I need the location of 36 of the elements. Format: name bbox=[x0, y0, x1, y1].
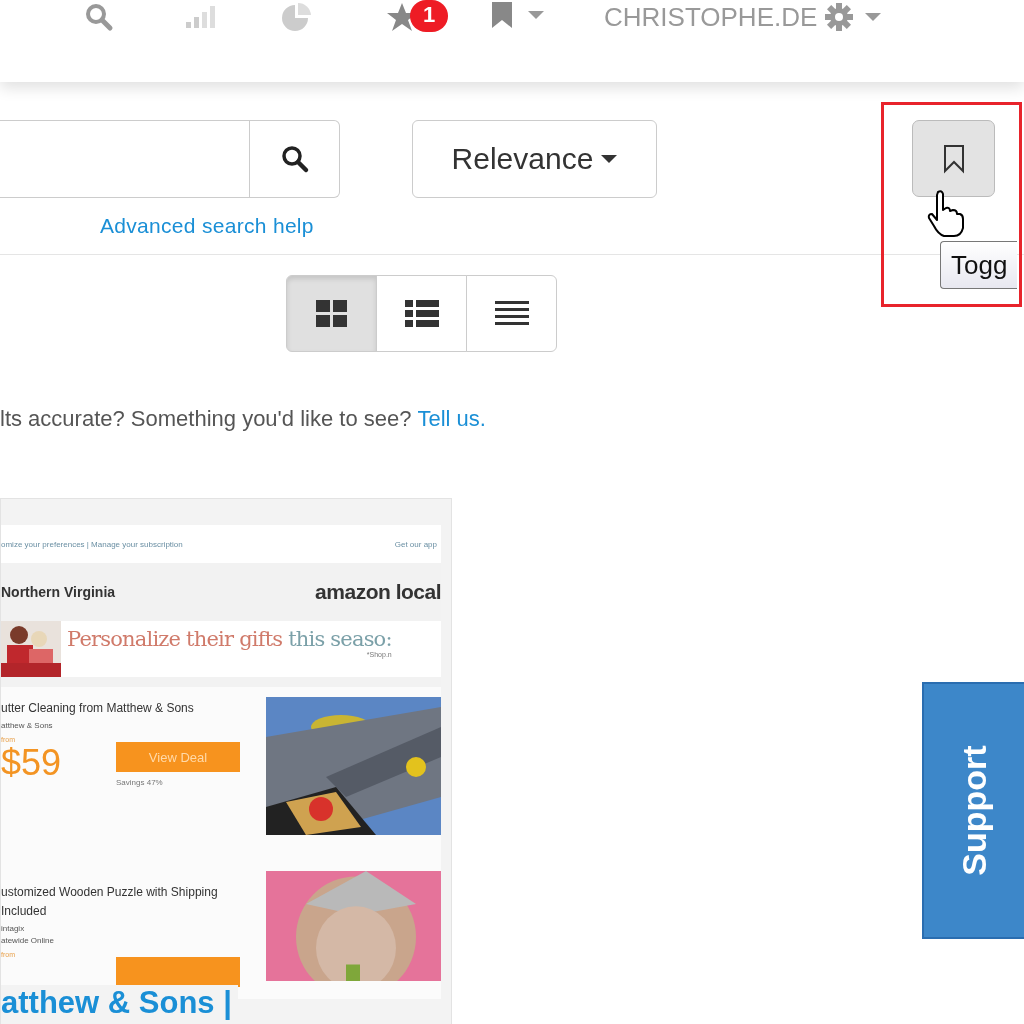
caret-icon bbox=[601, 154, 618, 164]
get-app-link: Get our app bbox=[394, 539, 437, 549]
grid-view-button[interactable] bbox=[286, 275, 377, 352]
list-icon bbox=[404, 299, 439, 328]
compact-view-button[interactable] bbox=[466, 275, 557, 352]
advanced-search-help-link[interactable]: Advanced search help bbox=[100, 214, 314, 238]
user-menu[interactable]: CHRISTOPHE.DE bbox=[604, 2, 818, 32]
deal-merchant: atthew & Sons bbox=[1, 721, 54, 730]
menu-lines-icon bbox=[494, 300, 529, 327]
email-header-links: omize your preferences | Manage your subscription bbox=[1, 539, 183, 549]
sort-dropdown[interactable]: Relevance bbox=[412, 120, 657, 198]
deal-location: atewide Online bbox=[1, 936, 55, 945]
deal-merchant: intagix bbox=[1, 924, 26, 933]
bookmark-dropdown-icon[interactable] bbox=[490, 2, 546, 28]
savings-text: Savings 47% bbox=[116, 778, 164, 787]
feedback-text: lts accurate? Something you'd like to see? bbox=[0, 406, 412, 432]
notification-badge: 1 bbox=[410, 0, 449, 32]
deal-title: utter Cleaning from Matthew & Sons bbox=[1, 700, 195, 717]
tell-us-link[interactable]: Tell us. bbox=[417, 406, 486, 432]
bookmark-toggle-button[interactable] bbox=[912, 120, 995, 197]
banner-headline: Personalize their gifts this seaso: bbox=[67, 627, 392, 651]
brand-logo: amazon local bbox=[315, 580, 441, 604]
support-tab[interactable]: Support bbox=[922, 682, 1024, 939]
grid-icon bbox=[315, 299, 348, 328]
hand-cursor-icon bbox=[926, 190, 966, 238]
search-icon[interactable] bbox=[84, 2, 114, 32]
view-deal-button: View Deal bbox=[116, 742, 240, 772]
result-title-link[interactable]: atthew & Sons | bbox=[1, 985, 238, 1021]
region-title: Northern Virginia bbox=[1, 584, 116, 600]
bookmark-icon bbox=[941, 143, 966, 174]
deal-title: ustomized Wooden Puzzle with Shipping Included bbox=[1, 884, 219, 920]
tooltip: Togg bbox=[940, 241, 1018, 289]
deal-price: $59 bbox=[1, 743, 63, 783]
search-button[interactable] bbox=[250, 120, 340, 198]
search-icon bbox=[279, 144, 310, 174]
list-view-button[interactable] bbox=[376, 275, 467, 352]
